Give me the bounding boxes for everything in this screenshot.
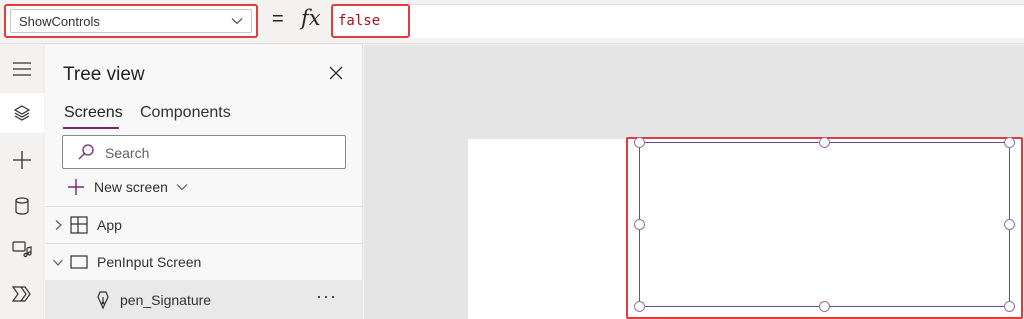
search-icon (78, 144, 94, 160)
media-icon[interactable] (0, 229, 44, 269)
close-icon[interactable] (327, 64, 345, 82)
tree-view-title: Tree view (63, 64, 145, 85)
search-input[interactable]: Search (62, 135, 346, 169)
resize-handle[interactable] (819, 301, 830, 312)
tree-item-label: pen_Signature (120, 291, 212, 308)
resize-handle[interactable] (1004, 301, 1015, 312)
chevron-down-icon[interactable] (52, 256, 64, 268)
tree-item-label: App (97, 217, 122, 233)
resize-handle[interactable] (819, 137, 830, 148)
chevron-right-icon[interactable] (52, 219, 64, 231)
power-automate-icon[interactable] (0, 274, 44, 314)
tree-view-panel: Tree view Screens Components Search New … (45, 45, 363, 319)
left-rail (0, 45, 44, 319)
more-options-button[interactable]: ··· (316, 286, 337, 307)
new-screen-button[interactable]: New screen (67, 178, 189, 196)
tree-item-pen-signature[interactable]: pen_Signature ··· (45, 280, 363, 319)
resize-handle[interactable] (634, 301, 645, 312)
plus-icon (68, 179, 84, 195)
design-canvas[interactable] (364, 45, 1024, 319)
database-icon[interactable] (0, 186, 44, 226)
pen-icon (97, 291, 109, 310)
active-tab-indicator (63, 127, 119, 129)
equals-sign: = (272, 8, 284, 30)
pen-input-control[interactable] (639, 142, 1010, 307)
new-screen-label: New screen (94, 179, 168, 195)
formula-input[interactable] (331, 4, 1024, 38)
app-icon (70, 216, 88, 234)
resize-handle[interactable] (634, 137, 645, 148)
tab-components[interactable]: Components (140, 104, 231, 122)
hamburger-icon[interactable] (0, 49, 44, 89)
formula-value[interactable]: false (331, 4, 410, 38)
screen-icon (70, 255, 88, 269)
layers-icon[interactable] (0, 93, 44, 133)
formula-bar: ShowControls = fx false (0, 0, 1024, 44)
chevron-down-icon[interactable] (230, 14, 244, 28)
chevron-down-icon (176, 184, 188, 191)
property-dropdown-value: ShowControls (19, 13, 100, 29)
search-placeholder: Search (105, 145, 150, 161)
fx-icon[interactable]: fx (301, 6, 321, 30)
resize-handle[interactable] (634, 219, 645, 230)
tree-item-app[interactable]: App (45, 207, 363, 243)
plus-icon[interactable] (0, 140, 44, 180)
resize-handle[interactable] (1004, 137, 1015, 148)
resize-handle[interactable] (1004, 219, 1015, 230)
tree-item-label: PenInput Screen (97, 254, 202, 270)
tree-item-peninput-screen[interactable]: PenInput Screen (45, 244, 363, 280)
property-dropdown-field[interactable]: ShowControls (10, 9, 252, 33)
property-dropdown[interactable]: ShowControls (4, 4, 258, 38)
tab-screens[interactable]: Screens (64, 104, 123, 122)
